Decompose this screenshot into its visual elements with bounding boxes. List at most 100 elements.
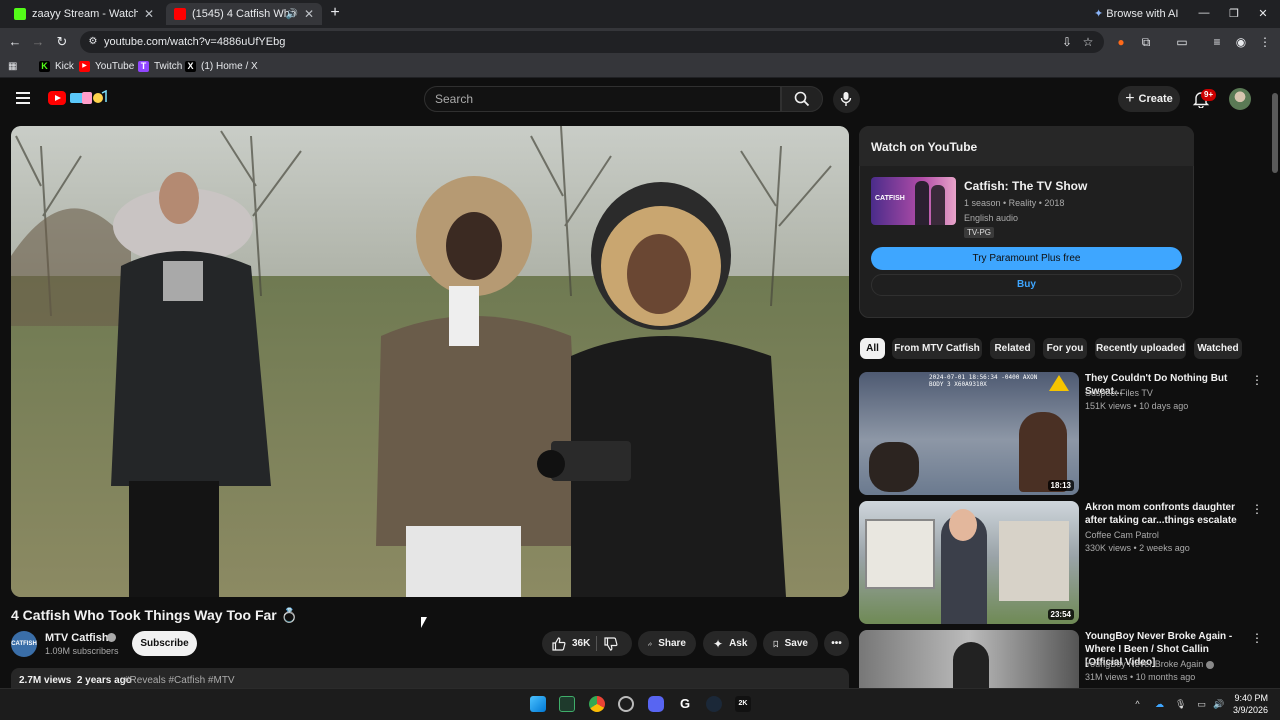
x-icon: X: [185, 61, 196, 72]
search-input[interactable]: Search: [424, 86, 781, 112]
subscriber-count: 1.09M subscribers: [45, 646, 119, 656]
volume-icon[interactable]: 🔊: [1213, 699, 1224, 710]
youtube-favicon-icon: [174, 8, 186, 20]
more-vertical-icon[interactable]: ⋮: [1251, 502, 1263, 516]
chip-recently-uploaded[interactable]: Recently uploaded: [1095, 338, 1186, 359]
bookmark-kick[interactable]: K Kick: [39, 61, 74, 72]
save-label: Save: [784, 638, 808, 649]
recommendation-thumbnail[interactable]: 23:54: [859, 501, 1079, 624]
channel-name[interactable]: MTV Catfish: [45, 632, 109, 644]
brave-extension-icon[interactable]: ●: [1114, 35, 1128, 49]
chip-watched[interactable]: Watched: [1194, 338, 1242, 359]
voice-search-button[interactable]: [833, 86, 860, 113]
close-tab-icon[interactable]: ✕: [304, 7, 314, 21]
notification-count-badge: 9+: [1201, 89, 1217, 101]
discord-icon[interactable]: [648, 696, 664, 712]
youtube-logo-icon[interactable]: [48, 91, 66, 105]
excel-icon[interactable]: [559, 696, 575, 712]
speaker-icon[interactable]: 🔊: [286, 9, 298, 20]
try-paramount-button[interactable]: Try Paramount Plus free: [871, 247, 1182, 270]
clock-time[interactable]: 9:40 PM: [1234, 693, 1268, 703]
show-thumbnail[interactable]: CATFISH: [871, 177, 956, 225]
g-hub-icon[interactable]: G: [677, 696, 693, 712]
chip-related[interactable]: Related: [990, 338, 1035, 359]
reload-icon[interactable]: ↻: [54, 34, 70, 50]
more-vertical-icon[interactable]: ⋮: [1251, 373, 1263, 387]
minimize-icon[interactable]: —: [1197, 7, 1211, 19]
url-text[interactable]: youtube.com/watch?v=4886uUfYEbg: [104, 36, 285, 48]
network-icon[interactable]: ▭: [1196, 699, 1207, 710]
chip-all[interactable]: All: [860, 338, 885, 359]
buy-button[interactable]: Buy: [871, 274, 1182, 296]
tab-youtube-video[interactable]: (1545) 4 Catfish Who Took Thi ✕ 🔊: [166, 3, 322, 25]
create-button[interactable]: + Create: [1118, 86, 1180, 112]
thumbnail-scene: [949, 509, 977, 541]
video-player[interactable]: [11, 126, 849, 597]
browse-with-ai-button[interactable]: ✦ Browse with AI: [1094, 7, 1178, 20]
close-window-icon[interactable]: ✕: [1256, 7, 1270, 20]
browser-menu-icon[interactable]: ⋮: [1258, 35, 1272, 49]
back-icon[interactable]: ←: [7, 34, 23, 50]
hamburger-menu-icon[interactable]: [16, 92, 30, 104]
bookmark-twitch[interactable]: T Twitch: [138, 61, 182, 72]
chip-from-mtv-catfish[interactable]: From MTV Catfish: [892, 338, 982, 359]
kick-favicon-icon: [14, 8, 26, 20]
recommendation-channel[interactable]: Suspect Files TV: [1085, 388, 1153, 398]
tray-app-icon[interactable]: ☁: [1154, 699, 1165, 710]
chrome-icon[interactable]: [589, 696, 605, 712]
restore-icon[interactable]: ❐: [1227, 7, 1241, 20]
like-button[interactable]: 36K: [542, 631, 632, 656]
save-button[interactable]: Save: [763, 631, 818, 656]
show-title[interactable]: Catfish: The TV Show: [964, 179, 1087, 193]
search-button[interactable]: [781, 86, 823, 112]
profile-icon[interactable]: ◉: [1234, 35, 1248, 49]
media-controls-icon[interactable]: ≡: [1210, 35, 1224, 49]
more-vertical-icon[interactable]: ⋮: [1251, 631, 1263, 645]
thumbs-down-icon[interactable]: [604, 637, 618, 651]
forward-icon[interactable]: →: [30, 34, 46, 50]
account-avatar[interactable]: [1229, 88, 1251, 110]
view-count-and-date: 2.7M views 2 years ago: [19, 675, 132, 686]
recommendation-stats: 330K views • 2 weeks ago: [1085, 543, 1190, 553]
clock-date[interactable]: 3/9/2026: [1226, 705, 1268, 715]
channel-avatar[interactable]: CATFISH: [11, 631, 37, 657]
thumbs-up-icon: [552, 636, 566, 651]
scrollbar-thumb[interactable]: [1272, 93, 1278, 173]
youtube-doodle-icon[interactable]: [68, 90, 108, 106]
chip-for-you[interactable]: For you: [1043, 338, 1087, 359]
subscribe-button[interactable]: Subscribe: [132, 631, 197, 656]
share-icon: [648, 641, 653, 646]
site-info-icon[interactable]: ⚙: [86, 35, 100, 49]
ask-button[interactable]: ✦ Ask: [703, 631, 757, 656]
share-button[interactable]: Share: [638, 631, 696, 656]
warning-triangle-icon: [1049, 375, 1069, 391]
thumbnail-scene: [869, 442, 919, 492]
install-app-icon[interactable]: ⇩: [1060, 35, 1074, 49]
bookmark-x-home[interactable]: X (1) Home / X: [185, 61, 258, 72]
extensions-icon[interactable]: ⧉: [1139, 35, 1153, 49]
close-tab-icon[interactable]: ✕: [144, 7, 154, 21]
hashtags[interactable]: #Reveals #Catfish #MTV: [124, 675, 235, 686]
new-tab-button[interactable]: +: [326, 4, 344, 22]
cast-icon[interactable]: ▭: [1175, 35, 1189, 49]
channel-label: YoungBoy Never Broke Again: [1085, 659, 1204, 669]
tray-overflow-icon[interactable]: ^: [1132, 699, 1143, 710]
recommendation-channel[interactable]: YoungBoy Never Broke Again: [1085, 659, 1214, 669]
bookmark-youtube[interactable]: ▶ YouTube: [79, 61, 134, 72]
bookmark-star-icon[interactable]: ☆: [1081, 35, 1095, 49]
recommendation-channel[interactable]: Coffee Cam Patrol: [1085, 530, 1159, 540]
nba2k-icon[interactable]: 2K: [735, 696, 751, 712]
recommendation-stats: 151K views • 10 days ago: [1085, 401, 1189, 411]
more-actions-button[interactable]: •••: [824, 631, 849, 656]
recommendation-thumbnail[interactable]: [859, 630, 1079, 688]
tab-kick-stream[interactable]: zaayy Stream - Watch Live on Kick ✕: [6, 3, 162, 25]
recommendation-title[interactable]: Akron mom confronts daughter after takin…: [1085, 501, 1245, 527]
microphone-tray-icon[interactable]: 🎙: [1175, 699, 1186, 710]
windows-start-icon[interactable]: [530, 696, 546, 712]
microphone-icon: [840, 92, 852, 106]
thumbnail-scene: [953, 642, 989, 688]
apps-grid-icon[interactable]: ▦: [8, 61, 17, 72]
steam-helper-icon[interactable]: [618, 696, 634, 712]
recommendation-thumbnail[interactable]: 2024-07-01 18:56:34 -0400 AXON BODY 3 X6…: [859, 372, 1079, 495]
steam-icon[interactable]: [706, 696, 722, 712]
